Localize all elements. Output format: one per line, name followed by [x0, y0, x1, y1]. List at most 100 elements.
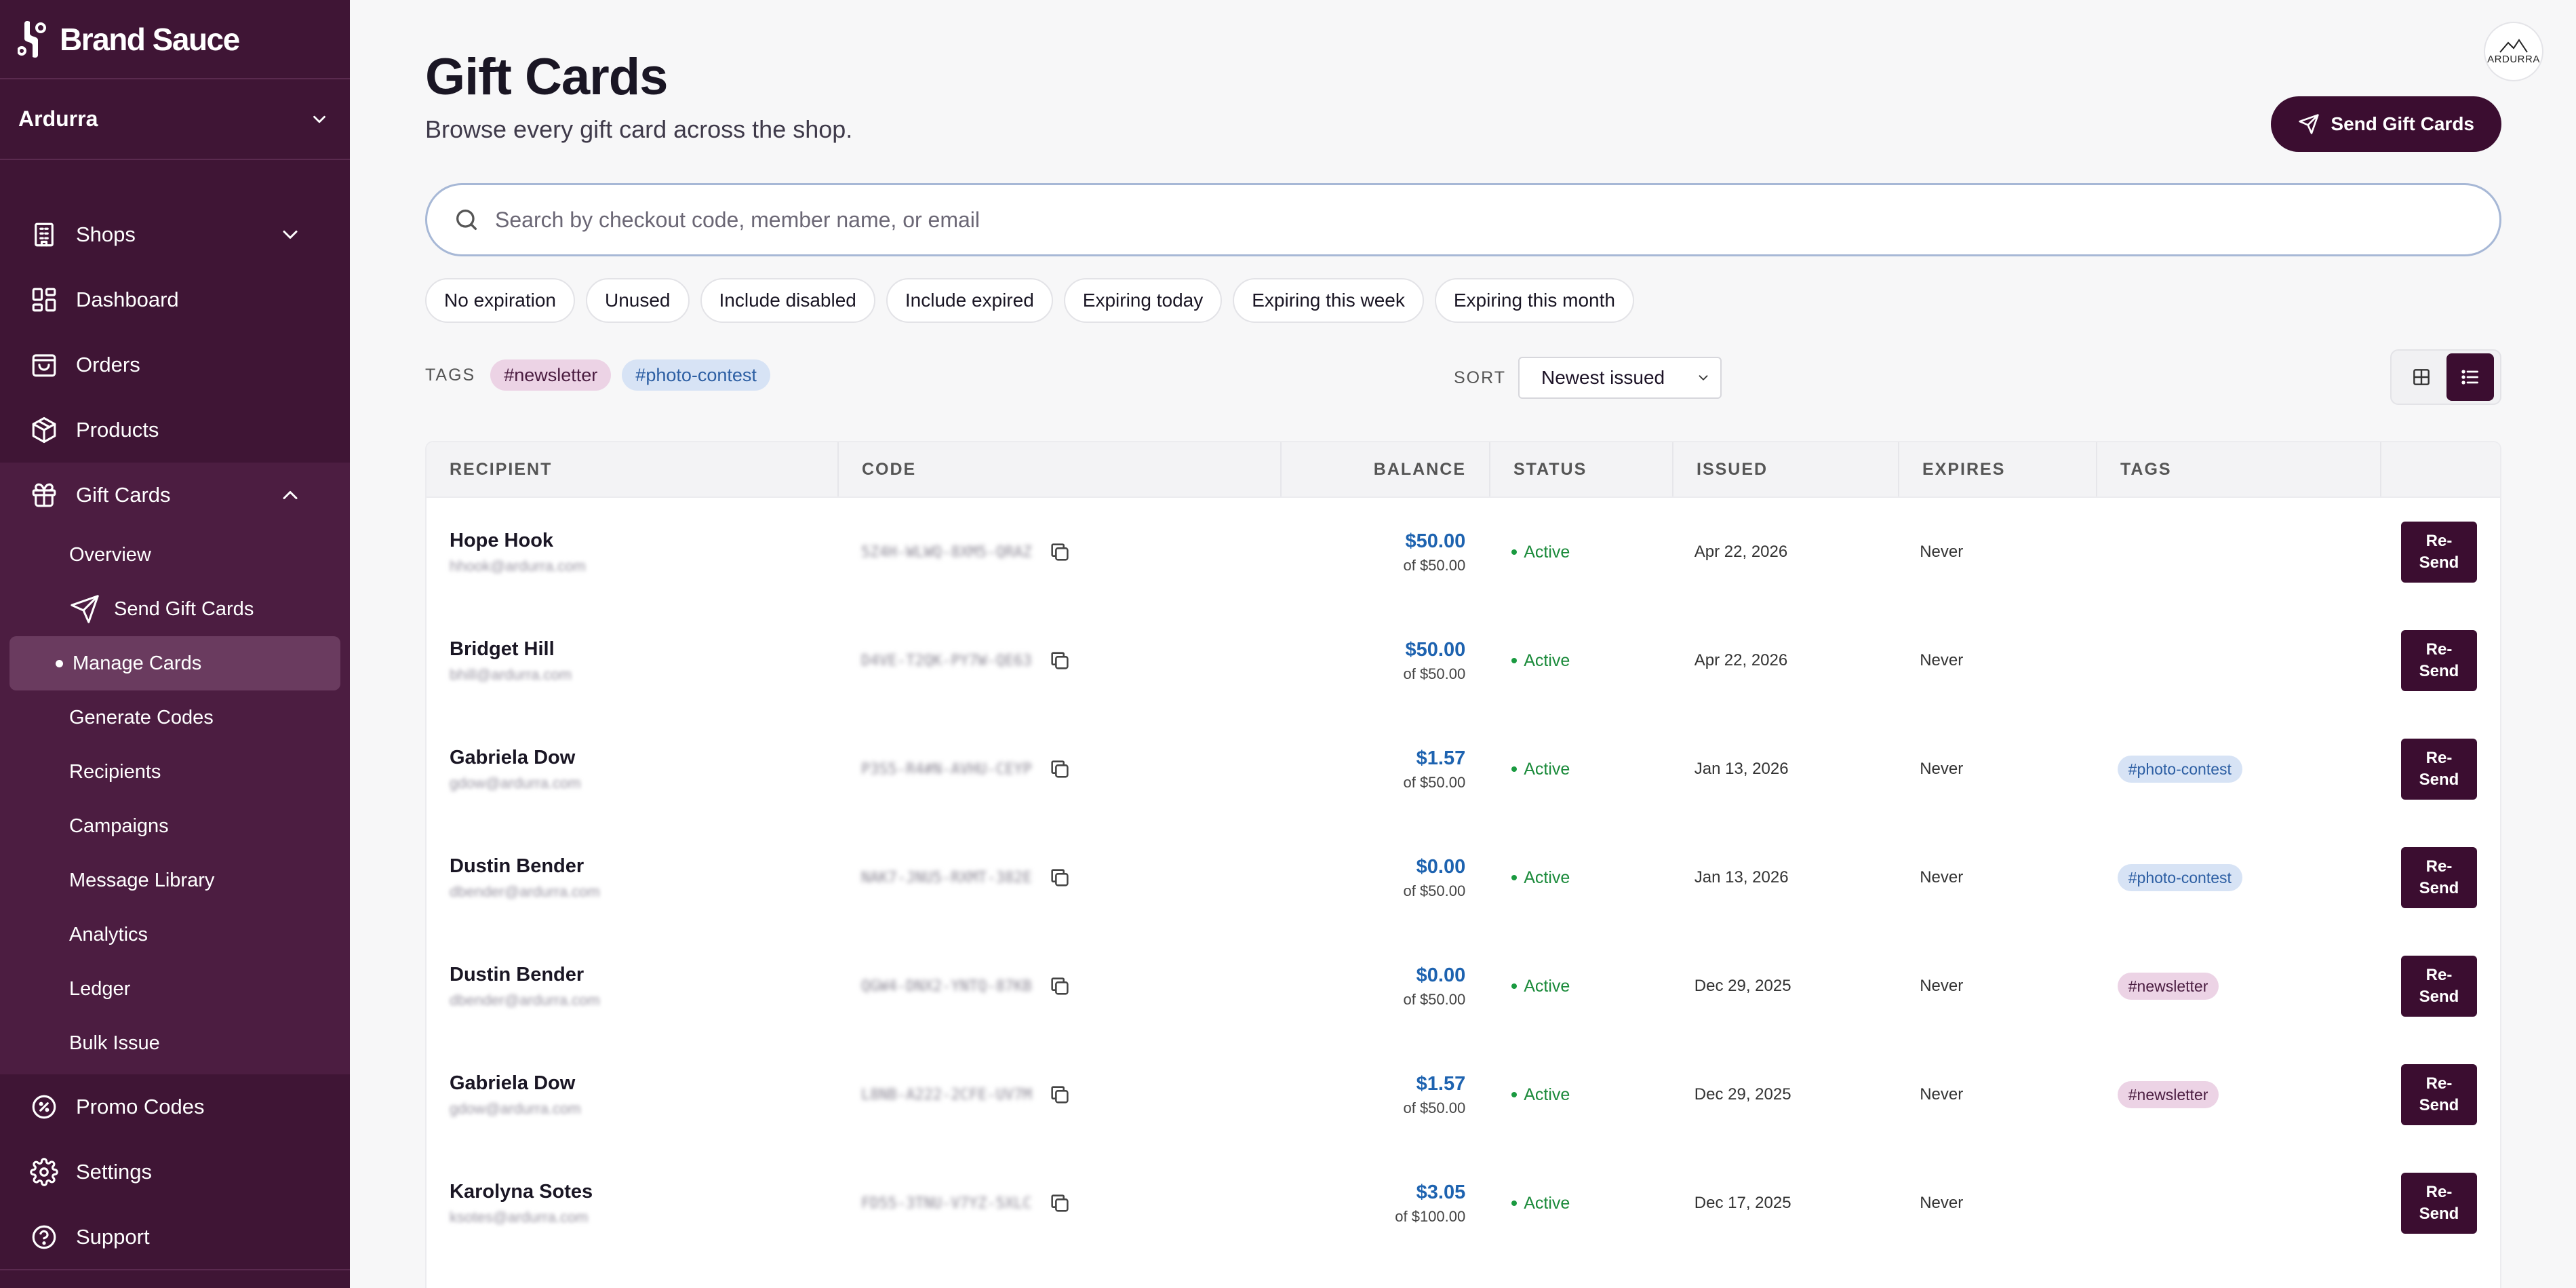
nav-item-orders[interactable]: Orders: [0, 332, 350, 397]
copy-icon[interactable]: [1048, 975, 1071, 998]
main-nav: Shops Dashboard Orders Products Gift Car…: [0, 160, 350, 1270]
status-cell: Active: [1488, 932, 1671, 1040]
copy-icon[interactable]: [1048, 541, 1071, 564]
recipient-name: Hope Hook: [450, 529, 554, 551]
resend-button[interactable]: Re-Send: [2401, 847, 2477, 908]
actions-cell: Re-Send: [2378, 932, 2500, 1040]
nav-item-shops[interactable]: Shops: [0, 202, 350, 267]
subnav-analytics[interactable]: Analytics: [0, 908, 350, 962]
search-bar[interactable]: [425, 183, 2501, 256]
copy-icon[interactable]: [1048, 1192, 1071, 1215]
issued-cell: Apr 22, 2026: [1671, 606, 1897, 715]
column-header-status[interactable]: STATUS: [1490, 442, 1673, 496]
brand-logo-icon: [18, 20, 46, 58]
issued-cell: Dec 17, 2025: [1671, 1149, 1897, 1257]
status-dot: [1511, 766, 1518, 772]
sidebar: Brand Sauce Ardurra Shops Dashboard Orde…: [0, 0, 350, 1288]
org-switcher[interactable]: Ardurra: [0, 79, 350, 160]
subnav-generate-codes[interactable]: Generate Codes: [0, 690, 350, 745]
column-header-expires[interactable]: EXPIRES: [1899, 442, 2097, 496]
recipient-cell: Gabriela Dow gdow@ardurra.com: [427, 715, 838, 823]
row-tag[interactable]: #photo-contest: [2117, 864, 2242, 891]
gift-icon: [32, 483, 56, 507]
table-row[interactable]: Hope Hook hhook@ardurra.com 5Z4H-WLWQ-8XM5…: [427, 498, 2500, 606]
percent-badge-icon: [32, 1095, 56, 1119]
subnav-message-library[interactable]: Message Library: [0, 853, 350, 908]
resend-button[interactable]: Re-Send: [2401, 739, 2477, 800]
nav-label: Gift Cards: [76, 483, 171, 507]
table-row[interactable]: Dustin Bender dbender@ardurra.com NAK7-JNU…: [427, 823, 2500, 932]
nav-item-promo-codes[interactable]: Promo Codes: [0, 1074, 350, 1139]
filter-chip[interactable]: Expiring this month: [1434, 278, 1634, 323]
recipient-email: bhill@ardurra.com: [450, 665, 572, 683]
issued-date: Jan 13, 2026: [1694, 760, 1789, 778]
filter-chip[interactable]: Expiring today: [1063, 278, 1223, 323]
column-header-balance[interactable]: BALANCE: [1282, 442, 1490, 496]
filter-chip[interactable]: Include expired: [886, 278, 1053, 323]
tag-filter-newsletter[interactable]: #newsletter: [490, 359, 612, 391]
subnav-label: Send Gift Cards: [114, 598, 254, 620]
sort-select[interactable]: Newest issued: [1518, 357, 1722, 399]
resend-button[interactable]: Re-Send: [2401, 1173, 2477, 1234]
table-row[interactable]: Bridget Hill bhill@ardurra.com D4VE-T2QK-P…: [427, 606, 2500, 715]
main-content: Gift Cards Browse every gift card across…: [350, 0, 2576, 1288]
column-header-recipient[interactable]: RECIPIENT: [427, 442, 839, 496]
copy-icon[interactable]: [1048, 649, 1071, 672]
row-tag[interactable]: #newsletter: [2117, 1081, 2219, 1108]
column-header-issued[interactable]: ISSUED: [1673, 442, 1899, 496]
grid-view-button[interactable]: [2398, 353, 2445, 401]
table-row[interactable]: Dustin Bender dbender@ardurra.com QGW4-DNX…: [427, 932, 2500, 1040]
nav-item-settings[interactable]: Settings: [0, 1139, 350, 1205]
balance-cell: $1.57 of $50.00: [1280, 715, 1488, 823]
list-view-button[interactable]: [2446, 353, 2494, 401]
row-tag[interactable]: #photo-contest: [2117, 756, 2242, 783]
brand[interactable]: Brand Sauce: [0, 0, 350, 79]
table-row[interactable]: Karolyna Sotes ksotes@ardurra.com FD55-3TN…: [427, 1149, 2500, 1257]
table-row[interactable]: Gabriela Dow gdow@ardurra.com P3S5-R4#N-AV…: [427, 715, 2500, 823]
subnav-label: Bulk Issue: [69, 1032, 160, 1054]
resend-button[interactable]: Re-Send: [2401, 522, 2477, 583]
copy-icon[interactable]: [1048, 866, 1071, 889]
copy-icon[interactable]: [1048, 758, 1071, 781]
recipient-email: ksotes@ardurra.com: [450, 1208, 589, 1226]
subnav-overview[interactable]: Overview: [0, 528, 350, 582]
balance-value: $50.00: [1405, 530, 1466, 552]
filter-chip[interactable]: No expiration: [425, 278, 575, 323]
subnav-send-gift-cards[interactable]: Send Gift Cards: [0, 582, 350, 636]
filter-chip[interactable]: Unused: [585, 278, 690, 323]
status-dot: [1511, 983, 1518, 989]
nav-item-products[interactable]: Products: [0, 397, 350, 463]
chevron-down-icon: [1699, 375, 1708, 380]
subnav-manage-cards[interactable]: Manage Cards: [9, 636, 340, 690]
subnav-campaigns[interactable]: Campaigns: [0, 799, 350, 853]
resend-button[interactable]: Re-Send: [2401, 1064, 2477, 1125]
nav-item-dashboard[interactable]: Dashboard: [0, 267, 350, 332]
column-header-tags[interactable]: TAGS: [2097, 442, 2381, 496]
expires-cell: Never: [1897, 606, 2095, 715]
filter-chip[interactable]: Expiring this week: [1233, 278, 1424, 323]
subnav-label: Manage Cards: [73, 652, 202, 674]
status-badge: Active: [1511, 760, 1570, 779]
code-cell: L8NB-A222-2CFE-UV7M: [838, 1040, 1280, 1149]
tag-filter-photo-contest[interactable]: #photo-contest: [622, 359, 770, 391]
issued-cell: Dec 29, 2025: [1671, 1040, 1897, 1149]
gift-code: D4VE-T2QK-PY7W-QE63: [860, 652, 1032, 669]
table-row[interactable]: Gabriela Dow gdow@ardurra.com L8NB-A222-2C…: [427, 1040, 2500, 1149]
send-gift-cards-button[interactable]: Send Gift Cards: [2271, 96, 2501, 152]
row-tag[interactable]: #newsletter: [2117, 973, 2219, 1000]
nav-item-gift-cards[interactable]: Gift Cards: [0, 463, 350, 528]
nav-item-support[interactable]: Support: [0, 1205, 350, 1270]
recipient-name: Karolyna Sotes: [450, 1180, 593, 1203]
subnav-ledger[interactable]: Ledger: [0, 962, 350, 1016]
search-input[interactable]: [495, 207, 2499, 233]
resend-button[interactable]: Re-Send: [2401, 956, 2477, 1017]
status-badge: Active: [1511, 868, 1570, 888]
subnav-recipients[interactable]: Recipients: [0, 745, 350, 799]
dashboard-icon: [32, 288, 56, 312]
filter-chip[interactable]: Include disabled: [700, 278, 875, 323]
subnav-bulk-issue[interactable]: Bulk Issue: [0, 1016, 350, 1070]
avatar[interactable]: ARDURRA: [2484, 22, 2543, 81]
resend-button[interactable]: Re-Send: [2401, 630, 2477, 691]
copy-icon[interactable]: [1048, 1083, 1071, 1106]
column-header-code[interactable]: CODE: [839, 442, 1282, 496]
